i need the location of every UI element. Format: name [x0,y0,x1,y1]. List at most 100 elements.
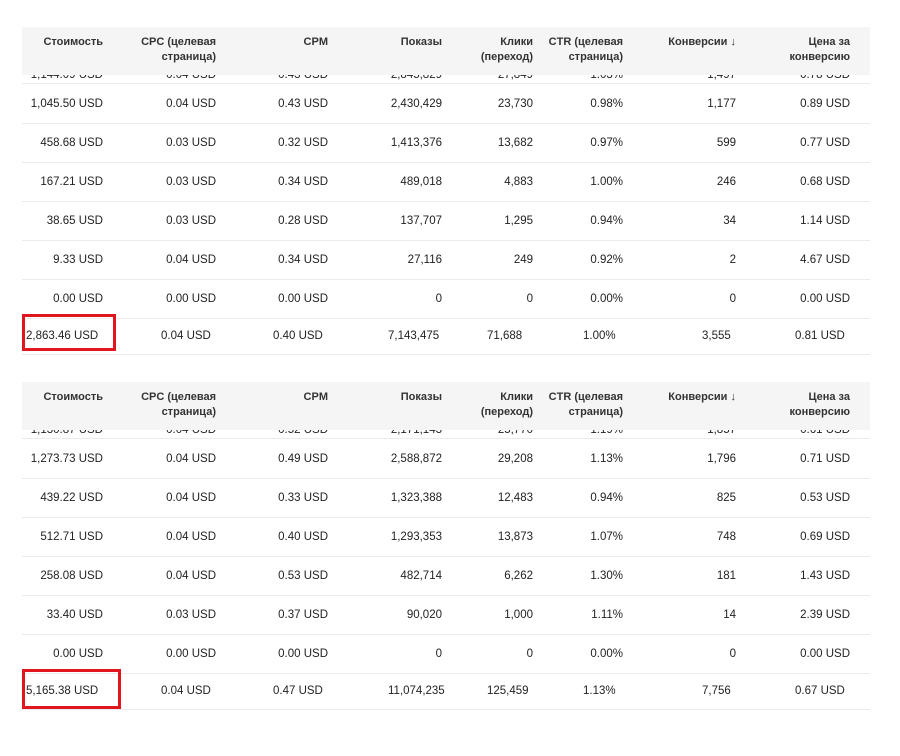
cell-conversions: 1,796 [707,453,736,465]
cell-cost: 167.21 USD [40,176,103,188]
cell-cost: 1,130.87 USD [30,430,103,436]
cell-ctr: 1.00% [590,176,623,188]
cell-conversions: 599 [716,137,736,149]
total-cpc: 0.04 USD [161,685,211,697]
table-header: Стоимость CPC (целевая страница) CPM Показы… [22,27,870,75]
cell-conversions: 0 [729,293,736,305]
table-row: 458.68 USD 0.03 USD 0.32 USD 1,413,376 13,68… [22,123,870,163]
total-cost-highlight [22,669,121,709]
cell-clicks: 249 [513,254,533,266]
cell-cpm: 0.00 USD [278,293,328,305]
cell-cpc: 0.04 USD [166,453,216,465]
column-header-cost[interactable]: Стоимость [43,390,103,405]
total-row: 5,165.38 USD 0.04 USD 0.47 USD 11,074,235 12… [22,673,870,710]
cell-cpm: 0.43 USD [278,98,328,110]
cell-conversions: 825 [716,492,736,504]
total-conversions: 7,756 [702,685,731,697]
cell-ctr: 0.97% [590,137,623,149]
cell-cost: 0.00 USD [53,293,103,305]
cell-impressions: 1,293,353 [390,531,442,543]
cell-impressions: 2,588,872 [390,453,442,465]
total-conversions: 3,555 [702,330,731,342]
total-cost-per-conversion: 0.81 USD [795,330,845,342]
cell-conversions: 14 [723,609,736,621]
cell-cpm: 0.00 USD [278,648,328,660]
cell-cpm: 0.40 USD [278,531,328,543]
column-header-conversions[interactable]: Конверсии ↓ [668,35,736,50]
cell-ctr: 1.07% [590,531,623,543]
column-header-cpc[interactable]: CPC (целевая страница) [141,390,216,420]
cell-impressions: 0 [435,648,442,660]
total-ctr: 1.13% [583,685,616,697]
table-row: 9.33 USD 0.04 USD 0.34 USD 27,116 249 0.92% 2 4… [22,240,870,280]
cell-cpc: 0.04 USD [166,430,216,436]
table-row: 0.00 USD 0.00 USD 0.00 USD 0 0 0.00% 0 0.00 USD [22,634,870,674]
column-header-cpc[interactable]: CPC (целевая страница) [141,35,216,65]
cell-cost-per-conversion: 0.89 USD [800,98,850,110]
cell-cost-per-conversion: 4.67 USD [800,254,850,266]
cell-impressions: 1,323,388 [390,492,442,504]
cell-cpc: 0.03 USD [166,609,216,621]
cell-cost: 33.40 USD [46,609,103,621]
cell-impressions: 1,413,376 [390,137,442,149]
cell-cost-per-conversion: 0.78 USD [800,75,850,81]
cell-cpm: 0.37 USD [278,609,328,621]
column-header-ctr[interactable]: CTR (целевая страница) [549,35,623,65]
table-row: 439.22 USD 0.04 USD 0.33 USD 1,323,388 12,48… [22,478,870,518]
cell-cost: 458.68 USD [40,137,103,149]
cell-cost: 439.22 USD [40,492,103,504]
cell-cpm: 0.32 USD [278,137,328,149]
cell-impressions: 482,714 [400,570,442,582]
column-header-cost-per-conversion[interactable]: Цена за конверсию [790,390,850,420]
cell-cost: 9.33 USD [53,254,103,266]
cell-ctr: 0.98% [590,98,623,110]
column-header-cpm[interactable]: CPM [304,390,328,405]
cell-cpc: 0.04 USD [166,98,216,110]
cell-cost-per-conversion: 2.39 USD [800,609,850,621]
cell-cpc: 0.03 USD [166,176,216,188]
total-cost-per-conversion: 0.67 USD [795,685,845,697]
total-cpm: 0.40 USD [273,330,323,342]
cell-cpm: 0.43 USD [278,75,328,81]
cell-cost: 512.71 USD [40,531,103,543]
table-row: 38.65 USD 0.03 USD 0.28 USD 137,707 1,295 0.9… [22,201,870,241]
table-row: 0.00 USD 0.00 USD 0.00 USD 0 0 0.00% 0 0.00 USD [22,279,870,319]
column-header-clicks[interactable]: Клики (переход) [481,35,533,65]
cell-cost: 38.65 USD [46,215,103,227]
cell-cpm: 0.33 USD [278,492,328,504]
table-row: 167.21 USD 0.03 USD 0.34 USD 489,018 4,883 1.… [22,162,870,202]
cell-ctr: 0.00% [590,293,623,305]
cell-impressions: 0 [435,293,442,305]
cell-clicks: 0 [526,293,533,305]
cell-cpc: 0.04 USD [166,570,216,582]
cell-cost-per-conversion: 0.61 USD [800,430,850,436]
cell-cost-per-conversion: 0.00 USD [800,293,850,305]
column-header-conversions[interactable]: Конверсии ↓ [668,390,736,405]
column-header-impressions[interactable]: Показы [401,390,442,405]
cell-cost-per-conversion: 0.68 USD [800,176,850,188]
cell-conversions: 246 [716,176,736,188]
cell-clicks: 25,770 [497,430,533,436]
cell-clicks: 1,000 [504,609,533,621]
cell-ctr: 1.30% [590,570,623,582]
table-row: 1,273.73 USD 0.04 USD 0.49 USD 2,588,872 29,… [22,439,870,479]
column-header-cpm[interactable]: CPM [304,35,328,50]
column-header-ctr[interactable]: CTR (целевая страница) [549,390,623,420]
column-header-cost-per-conversion[interactable]: Цена за конверсию [790,35,850,65]
cell-cost: 0.00 USD [53,648,103,660]
cell-ctr: 0.00% [590,648,623,660]
cell-clicks: 4,883 [504,176,533,188]
column-header-impressions[interactable]: Показы [401,35,442,50]
column-header-clicks[interactable]: Клики (переход) [481,390,533,420]
column-header-cost[interactable]: Стоимость [43,35,103,50]
table-row-partial: 1,144.09 USD 0.04 USD 0.43 USD 2,845,829 27,… [22,75,870,84]
cell-cost: 258.08 USD [40,570,103,582]
cell-cpc: 0.04 USD [166,75,216,81]
cell-impressions: 2,171,143 [390,430,442,436]
cell-conversions: 1,497 [707,75,736,81]
cell-clicks: 12,483 [497,492,533,504]
cell-conversions: 2 [729,254,736,266]
cell-ctr: 0.92% [590,254,623,266]
cell-clicks: 13,682 [497,137,533,149]
cell-conversions: 181 [716,570,736,582]
